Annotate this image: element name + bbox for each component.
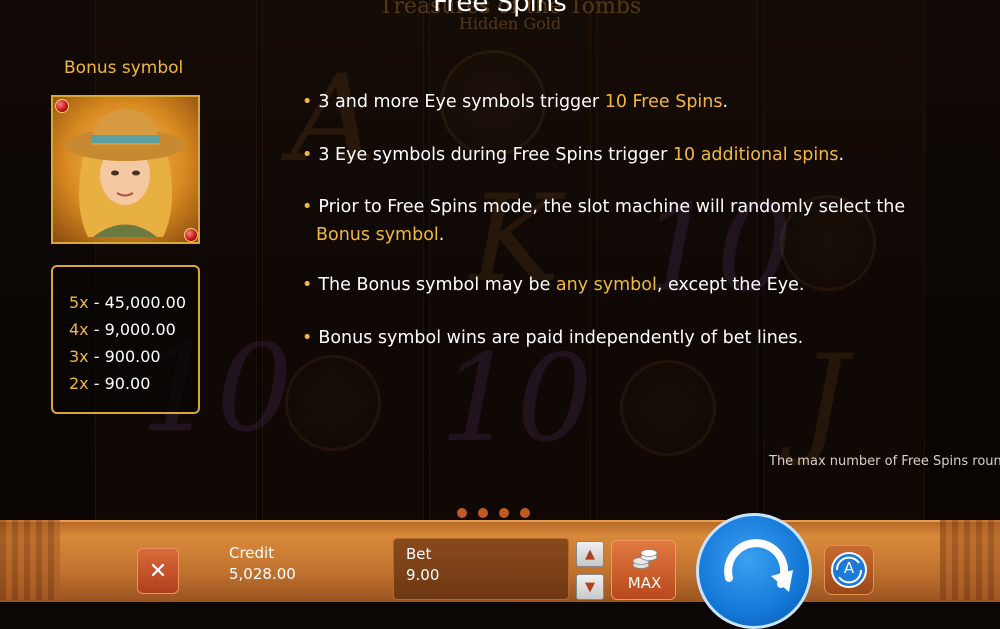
rule-item: • Prior to Free Spins mode, the slot mach…	[302, 197, 906, 245]
ghost-ten-symbol: 10	[440, 330, 593, 469]
page-dot[interactable]	[499, 508, 509, 518]
spin-button[interactable]	[696, 513, 812, 629]
decorative-pillar	[0, 520, 60, 600]
ruby-icon	[184, 228, 198, 242]
bullet-icon: •	[302, 328, 313, 348]
paytable-value: 45,000.00	[104, 293, 187, 312]
bullet-icon: •	[302, 275, 313, 295]
paytable-row: 4x - 9,000.00	[69, 320, 176, 339]
paytable-value: 9,000.00	[104, 320, 176, 339]
paytable-value: 90.00	[104, 374, 151, 393]
credit-label: Credit	[229, 544, 275, 562]
bullet-icon: •	[302, 92, 313, 112]
bet-decrease-button[interactable]: ▼	[576, 574, 604, 600]
page-dot[interactable]	[478, 508, 488, 518]
ghost-scarab-symbol	[285, 355, 381, 451]
page-title: Free Spins	[433, 0, 567, 18]
autoplay-label: A	[843, 559, 855, 577]
autoplay-button[interactable]: A	[824, 545, 874, 595]
ghost-sphinx-symbol	[620, 360, 716, 456]
rule-item: • 3 Eye symbols during Free Spins trigger…	[302, 145, 845, 165]
spin-arrow-icon	[724, 539, 793, 592]
bonus-paytable: 5x - 45,000.00 4x - 9,000.00 3x - 900.00…	[51, 265, 200, 414]
max-label: MAX	[627, 574, 662, 592]
footnote: The max number of Free Spins roun	[769, 454, 1000, 469]
paytable-row: 2x - 90.00	[69, 374, 151, 393]
close-button[interactable]: ✕	[137, 548, 179, 594]
bet-increase-button[interactable]: ▲	[576, 541, 604, 567]
rule-item: • Bonus symbol wins are paid independentl…	[302, 328, 804, 348]
rule-item: • 3 and more Eye symbols trigger 10 Free …	[302, 92, 729, 112]
decorative-pillar	[940, 520, 1000, 600]
max-bet-button[interactable]: MAX	[611, 540, 676, 600]
page-dot[interactable]	[520, 508, 530, 518]
credit-display: Credit 5,028.00	[215, 538, 385, 600]
bonus-symbol-label: Bonus symbol	[64, 58, 184, 78]
paytable-multiplier: 3x	[69, 347, 89, 366]
paytable-multiplier: 2x	[69, 374, 89, 393]
paytable-value: 900.00	[104, 347, 161, 366]
ruby-icon	[55, 99, 69, 113]
bullet-icon: •	[302, 145, 313, 165]
bonus-symbol-image	[51, 95, 200, 244]
credit-value: 5,028.00	[229, 565, 296, 583]
bet-value: 9.00	[406, 566, 440, 584]
paytable-multiplier: 4x	[69, 320, 89, 339]
paytable-multiplier: 5x	[69, 293, 89, 312]
game-background: 10 10 10 K J A Treasures of the Tombs Hi…	[0, 0, 1000, 520]
coins-icon	[632, 549, 658, 569]
paytable-row: 5x - 45,000.00	[69, 293, 187, 312]
bullet-icon: •	[302, 197, 313, 217]
ghost-j-symbol: J	[800, 330, 849, 469]
rule-item: • The Bonus symbol may be any symbol, exc…	[302, 275, 805, 295]
paytable-row: 3x - 900.00	[69, 347, 161, 366]
explorer-woman-icon	[65, 109, 185, 237]
bet-label: Bet	[406, 545, 432, 563]
bet-display: Bet 9.00	[393, 538, 569, 600]
page-dot[interactable]	[457, 508, 467, 518]
